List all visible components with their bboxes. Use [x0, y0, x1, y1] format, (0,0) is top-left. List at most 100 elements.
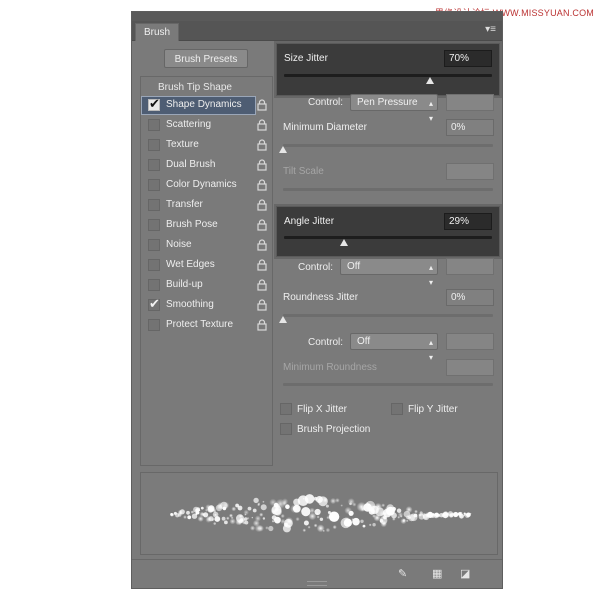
- checkbox-transfer[interactable]: [148, 199, 160, 211]
- brush-dab: [368, 523, 372, 527]
- checkbox-build-up[interactable]: [148, 279, 160, 291]
- checkbox-dual-brush[interactable]: [148, 159, 160, 171]
- list-item-smoothing[interactable]: ✔ Smoothing: [141, 296, 272, 315]
- roundness-jitter-slider-track[interactable]: [283, 314, 493, 317]
- pressure-toggle-icon[interactable]: ✎: [398, 567, 407, 580]
- list-item-color-dynamics[interactable]: Color Dynamics: [141, 176, 272, 195]
- size-jitter-label: Size Jitter: [284, 53, 328, 64]
- lock-icon[interactable]: [257, 179, 267, 191]
- checkbox-color-dynamics[interactable]: [148, 179, 160, 191]
- lock-icon[interactable]: [257, 99, 267, 111]
- checkbox-shape-dynamics[interactable]: ✔: [148, 96, 160, 111]
- brush-dab: [275, 498, 286, 509]
- brush-dab: [302, 528, 307, 533]
- control-extra-field: [446, 258, 494, 275]
- checkbox-brush-pose[interactable]: [148, 219, 160, 231]
- roundness-jitter-value[interactable]: 0%: [446, 289, 494, 306]
- flip-y-checkbox[interactable]: [391, 403, 403, 415]
- brush-dab: [265, 526, 269, 530]
- checkbox-wet-edges[interactable]: [148, 259, 160, 271]
- lock-icon[interactable]: [257, 299, 267, 311]
- list-item-texture[interactable]: Texture: [141, 136, 272, 155]
- brush-dab: [303, 520, 309, 526]
- tab-brush[interactable]: Brush: [135, 23, 180, 41]
- list-item-transfer[interactable]: Transfer: [141, 196, 272, 215]
- angle-jitter-slider-thumb[interactable]: [340, 239, 349, 246]
- list-item-noise[interactable]: Noise: [141, 236, 272, 255]
- brush-dab: [349, 513, 353, 517]
- brush-dab: [325, 527, 331, 533]
- checkbox-protect-texture[interactable]: [148, 319, 160, 331]
- brush-dab: [402, 519, 406, 522]
- list-item-label: Noise: [166, 239, 192, 250]
- list-item-brush-pose[interactable]: Brush Pose: [141, 216, 272, 235]
- lock-icon[interactable]: [257, 199, 267, 211]
- lock-icon[interactable]: [257, 119, 267, 131]
- brush-dab: [242, 521, 246, 525]
- brush-dab: [278, 517, 282, 521]
- flip-x-checkbox[interactable]: [280, 403, 292, 415]
- brush-dab: [271, 515, 277, 520]
- resize-grip[interactable]: [307, 581, 327, 586]
- checkbox-scattering[interactable]: [148, 119, 160, 131]
- lock-icon[interactable]: [257, 259, 267, 271]
- angle-jitter-label: Angle Jitter: [284, 216, 335, 227]
- brush-dab: [183, 515, 187, 519]
- brush-dab: [325, 504, 329, 508]
- control-label: Control:: [308, 337, 344, 348]
- brush-dab: [328, 511, 340, 522]
- brush-dab: [465, 513, 470, 518]
- list-item-dual-brush[interactable]: Dual Brush: [141, 156, 272, 175]
- brush-stroke-preview: [140, 472, 498, 555]
- lock-icon[interactable]: [257, 219, 267, 231]
- brush-dab: [268, 525, 274, 532]
- list-item-wet-edges[interactable]: Wet Edges: [141, 256, 272, 275]
- brush-dab: [368, 508, 375, 515]
- list-item-label: Build-up: [166, 279, 203, 290]
- control-pen-pressure-dropdown[interactable]: Pen Pressure ▴ ▾: [350, 94, 438, 123]
- brush-dab: [314, 508, 321, 516]
- size-jitter-slider-thumb[interactable]: [425, 77, 434, 84]
- dropdown-value: Off: [347, 261, 361, 272]
- brush-presets-button[interactable]: Brush Presets: [164, 49, 248, 68]
- minimum-diameter-slider-thumb[interactable]: [279, 146, 287, 153]
- lock-icon[interactable]: [257, 319, 267, 331]
- list-item-protect-texture[interactable]: Protect Texture: [141, 316, 272, 335]
- brush-dab: [392, 517, 396, 521]
- minimum-diameter-slider-track[interactable]: [283, 144, 493, 147]
- minimum-diameter-value[interactable]: 0%: [446, 119, 494, 136]
- brush-dab: [213, 522, 216, 525]
- list-item-scattering[interactable]: Scattering: [141, 116, 272, 135]
- dropdown-arrow-icon: ▴ ▾: [428, 263, 433, 287]
- angle-jitter-group: Angle Jitter 29%: [276, 206, 500, 257]
- control-angle-dropdown[interactable]: Off ▴ ▾: [340, 258, 438, 287]
- grid-icon[interactable]: ▦: [432, 567, 442, 580]
- brush-dab: [423, 512, 426, 515]
- brush-dab: [253, 497, 259, 504]
- brush-dab: [177, 510, 183, 516]
- list-item-label: Smoothing: [166, 299, 214, 310]
- roundness-jitter-slider-thumb[interactable]: [279, 316, 287, 323]
- brush-tip-shape-item[interactable]: Brush Tip Shape: [158, 82, 232, 93]
- lock-icon[interactable]: [257, 239, 267, 251]
- panel-top-strip[interactable]: [132, 12, 502, 21]
- check-icon: ✔: [149, 296, 160, 311]
- list-item-build-up[interactable]: Build-up: [141, 276, 272, 295]
- angle-jitter-slider-track[interactable]: [284, 236, 492, 239]
- brush-projection-checkbox[interactable]: [280, 423, 292, 435]
- lock-icon[interactable]: [257, 279, 267, 291]
- checkbox-noise[interactable]: [148, 239, 160, 251]
- lock-icon[interactable]: [257, 159, 267, 171]
- angle-jitter-value[interactable]: 29%: [444, 213, 492, 230]
- checkbox-smoothing[interactable]: ✔: [148, 296, 160, 311]
- brush-dab: [250, 525, 256, 531]
- brush-panel: Brush ▾≡ Brush Presets Brush Tip Shape ✔…: [131, 11, 503, 589]
- control-roundness-dropdown[interactable]: Off ▴ ▾: [350, 333, 438, 362]
- new-preset-icon[interactable]: ◪: [460, 567, 470, 580]
- panel-menu-icon[interactable]: ▾≡: [485, 25, 496, 35]
- size-jitter-slider-track[interactable]: [284, 74, 492, 77]
- list-item-shape-dynamics[interactable]: ✔ Shape Dynamics: [141, 96, 272, 115]
- size-jitter-value[interactable]: 70%: [444, 50, 492, 67]
- lock-icon[interactable]: [257, 139, 267, 151]
- checkbox-texture[interactable]: [148, 139, 160, 151]
